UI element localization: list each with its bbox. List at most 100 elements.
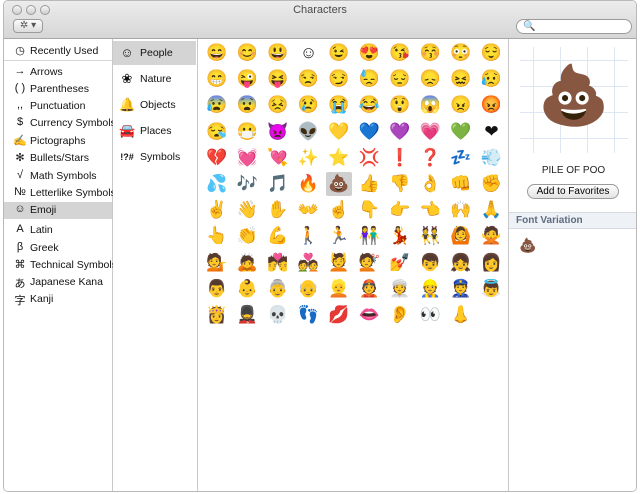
emoji-cell[interactable]: 👍 [357,172,383,196]
emoji-cell[interactable]: 👦 [418,251,444,275]
emoji-cell[interactable]: 👸 [204,303,230,327]
emoji-cell[interactable]: 💨 [479,146,505,170]
emoji-cell[interactable]: 💘 [265,146,291,170]
emoji-cell[interactable]: ❓ [418,146,444,170]
emoji-cell[interactable]: 💦 [204,172,230,196]
emoji-cell[interactable]: 🙆 [448,224,474,248]
emoji-cell[interactable]: 👉 [387,198,413,222]
emoji-cell[interactable]: 😣 [265,93,291,117]
emoji-cell[interactable]: 💓 [235,146,261,170]
emoji-cell[interactable]: 😳 [448,41,474,65]
emoji-cell[interactable]: 👃 [448,303,474,327]
emoji-cell[interactable]: 💢 [357,146,383,170]
emoji-cell[interactable]: 👯 [418,224,444,248]
emoji-cell[interactable]: 😱 [418,93,444,117]
subcategory-item[interactable]: 🔔 Objects [113,93,196,117]
emoji-cell[interactable]: 😥 [479,67,505,91]
category-item[interactable]: A Latin [4,222,112,239]
subcategory-item[interactable]: 🚘 Places [113,119,196,143]
emoji-cell[interactable]: 💤 [448,146,474,170]
emoji-cell[interactable]: 😠 [448,93,474,117]
emoji-cell[interactable]: 👿 [265,120,291,144]
emoji-cell[interactable]: 👮 [448,277,474,301]
emoji-cell[interactable]: 👎 [387,172,413,196]
emoji-cell[interactable]: ✊ [479,172,505,196]
category-item[interactable]: ⌘ Technical Symbols [4,257,117,274]
gear-menu-button[interactable]: ✲ ▾ [13,19,43,33]
emoji-cell[interactable]: 👷 [418,277,444,301]
emoji-cell[interactable]: 💆 [326,251,352,275]
emoji-cell[interactable]: 😢 [296,93,322,117]
category-item[interactable]: ☺ Emoji [4,202,112,219]
emoji-cell[interactable]: 😏 [326,67,352,91]
subcategory-item[interactable]: !?# Symbols [113,145,196,169]
emoji-cell[interactable]: 👲 [357,277,383,301]
emoji-cell[interactable]: 💔 [204,146,230,170]
emoji-cell[interactable]: 💗 [418,120,444,144]
emoji-cell[interactable]: 😚 [418,41,444,65]
subcategory-item[interactable]: ❀ Nature [113,67,196,91]
emoji-cell[interactable]: 👱 [326,277,352,301]
subcategory-item[interactable]: ☺ People [113,41,196,65]
emoji-cell[interactable]: 💩 [326,172,352,196]
emoji-cell[interactable]: 😭 [326,93,352,117]
emoji-cell[interactable]: 👐 [296,198,322,222]
category-item[interactable]: 字 Kanji [4,291,112,308]
emoji-cell[interactable]: 😨 [235,93,261,117]
emoji-cell[interactable]: 💏 [265,251,291,275]
emoji-cell[interactable]: 💂 [235,303,261,327]
emoji-cell[interactable]: 💚 [448,120,474,144]
emoji-cell[interactable]: 🙇 [235,251,261,275]
emoji-cell[interactable]: 😊 [235,41,261,65]
emoji-cell[interactable]: 💛 [326,120,352,144]
emoji-cell[interactable]: 👀 [418,303,444,327]
emoji-cell[interactable]: 😡 [479,93,505,117]
emoji-cell[interactable]: ☺ [296,41,322,65]
emoji-cell[interactable]: 👶 [235,277,261,301]
emoji-cell[interactable]: 😲 [387,93,413,117]
category-item[interactable]: ◷ Recently Used [4,43,112,60]
emoji-cell[interactable]: 💑 [296,251,322,275]
emoji-cell[interactable]: 😍 [357,41,383,65]
emoji-cell[interactable]: 👼 [479,277,505,301]
category-item[interactable]: ( ) Parentheses [4,81,112,98]
emoji-cell[interactable]: ✨ [296,146,322,170]
emoji-cell[interactable]: 👊 [448,172,474,196]
emoji-cell[interactable]: 👧 [448,251,474,275]
emoji-cell[interactable]: 👨 [204,277,230,301]
search-field[interactable]: 🔍 [516,19,632,34]
category-item[interactable]: √ Math Symbols [4,168,112,185]
emoji-cell[interactable]: 👫 [357,224,383,248]
emoji-cell[interactable]: 💅 [387,251,413,275]
emoji-cell[interactable]: ✌ [204,198,230,222]
emoji-cell[interactable]: 👩 [479,251,505,275]
category-item[interactable]: № Letterlike Symbols [4,185,116,202]
emoji-cell[interactable]: 🔥 [296,172,322,196]
emoji-cell[interactable]: 👇 [357,198,383,222]
emoji-cell[interactable]: 😉 [326,41,352,65]
emoji-cell[interactable]: 😘 [387,41,413,65]
emoji-cell[interactable]: 😖 [448,67,474,91]
emoji-cell[interactable]: 👂 [387,303,413,327]
emoji-cell[interactable]: 😪 [204,120,230,144]
emoji-cell[interactable]: 💙 [357,120,383,144]
category-item[interactable]: $ Currency Symbols [4,115,116,132]
category-item[interactable]: ✍ Pictographs [4,133,112,150]
emoji-cell[interactable]: 👽 [296,120,322,144]
emoji-cell[interactable]: 😷 [235,120,261,144]
emoji-cell[interactable]: 😓 [357,67,383,91]
emoji-cell[interactable]: 👋 [235,198,261,222]
emoji-cell[interactable]: 😄 [204,41,230,65]
emoji-cell[interactable]: 👵 [265,277,291,301]
emoji-cell[interactable]: 💀 [265,303,291,327]
emoji-cell[interactable]: 💋 [326,303,352,327]
emoji-cell[interactable]: 🙏 [479,198,505,222]
emoji-cell[interactable]: 😔 [387,67,413,91]
emoji-cell[interactable]: 💪 [265,224,291,248]
category-item[interactable]: あ Japanese Kana [4,274,112,291]
emoji-cell[interactable]: 🙅 [479,224,505,248]
category-item[interactable]: → Arrows [4,64,112,81]
emoji-cell[interactable]: 😜 [235,67,261,91]
emoji-cell[interactable]: ❤ [479,120,505,144]
emoji-cell[interactable]: 👳 [387,277,413,301]
